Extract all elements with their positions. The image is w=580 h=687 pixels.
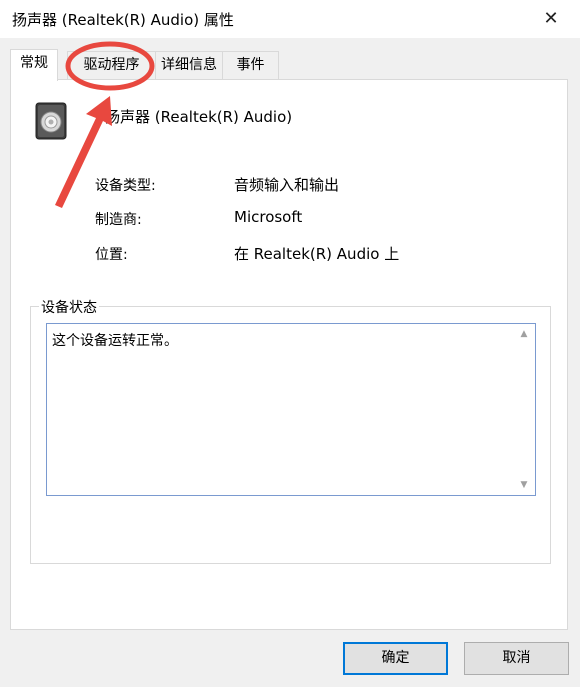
tab-details[interactable]: 详细信息 — [155, 51, 223, 80]
device-status-group: 设备状态 这个设备运转正常。 ▲ ▼ — [30, 297, 551, 564]
location-label: 位置: — [95, 247, 128, 263]
device-type-label: 设备类型: — [95, 178, 156, 194]
manufacturer-label: 制造商: — [95, 212, 142, 228]
window-title: 扬声器 (Realtek(R) Audio) 属性 — [12, 11, 234, 29]
title-bar: 扬声器 (Realtek(R) Audio) 属性 ✕ — [0, 0, 580, 38]
device-name: 扬声器 (Realtek(R) Audio) — [105, 108, 293, 126]
device-type-value: 音频输入和输出 — [234, 176, 340, 194]
speaker-icon — [35, 102, 69, 146]
scroll-down-icon[interactable]: ▼ — [519, 480, 529, 490]
tab-driver[interactable]: 驱动程序 — [67, 51, 156, 80]
general-tab-panel: 扬声器 (Realtek(R) Audio) 设备类型: 音频输入和输出 制造商… — [10, 79, 568, 630]
device-status-text: 这个设备运转正常。 — [52, 333, 178, 349]
device-status-textbox[interactable]: 这个设备运转正常。 ▲ ▼ — [46, 323, 536, 496]
tab-events[interactable]: 事件 — [222, 51, 279, 80]
tab-general[interactable]: 常规 — [10, 49, 58, 81]
location-value: 在 Realtek(R) Audio 上 — [234, 245, 400, 263]
cancel-button[interactable]: 取消 — [464, 642, 569, 675]
manufacturer-value: Microsoft — [234, 208, 303, 226]
scroll-up-icon[interactable]: ▲ — [519, 329, 529, 339]
close-icon[interactable]: ✕ — [538, 6, 564, 32]
device-status-label: 设备状态 — [39, 297, 99, 317]
ok-button[interactable]: 确定 — [343, 642, 448, 675]
